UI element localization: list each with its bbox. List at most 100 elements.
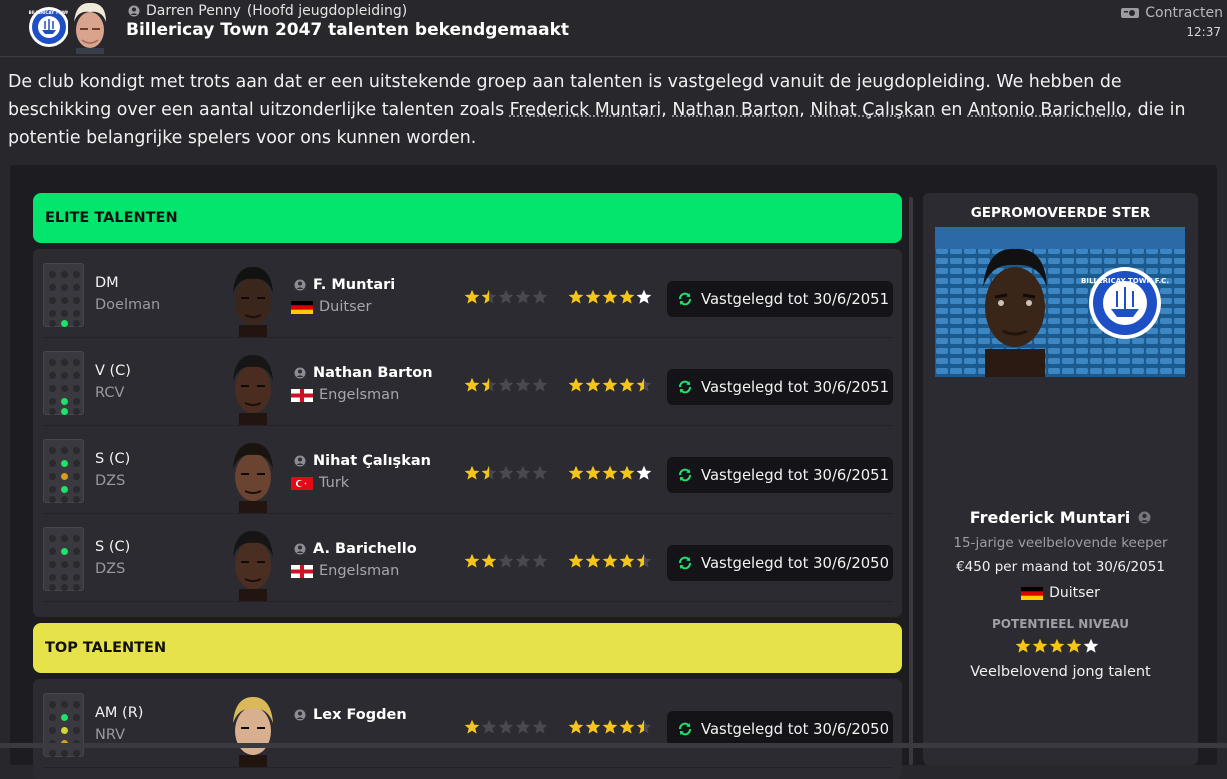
- half-star-icon: [636, 377, 652, 392]
- pitch-dot: [49, 496, 56, 503]
- player-role: Doelman: [95, 297, 161, 313]
- renew-icon: [679, 556, 691, 570]
- player-face[interactable]: [225, 261, 281, 337]
- player-row[interactable]: DM Doelman F. Muntari Duitser Vastgelegd tot…: [43, 251, 893, 338]
- player-name[interactable]: Nihat Çalışkan: [313, 453, 431, 469]
- pitch-dot: [61, 496, 68, 503]
- separator: en: [935, 100, 968, 120]
- full-star-icon: [1083, 638, 1099, 653]
- position-pitch-icon: [43, 263, 84, 327]
- star-name-row[interactable]: Frederick Muntari: [923, 508, 1198, 527]
- pitch-dot: [49, 727, 56, 734]
- person-icon: [294, 455, 306, 467]
- current-ability-stars: [464, 289, 548, 307]
- message-time: 12:37: [1186, 25, 1221, 39]
- potential-ability-stars: [568, 719, 652, 737]
- player-name[interactable]: A. Barichello: [313, 541, 417, 557]
- pitch-dot: [61, 310, 68, 317]
- player-face[interactable]: [225, 437, 281, 513]
- player-name[interactable]: Nathan Barton: [313, 365, 433, 381]
- empty-star-icon: [498, 553, 514, 568]
- full-star-icon: [636, 465, 652, 480]
- germany-flag-icon: [1021, 586, 1044, 600]
- player-face[interactable]: [225, 349, 281, 425]
- pitch-dot-active: [61, 486, 68, 493]
- pitch-dot: [73, 398, 80, 405]
- contracts-button[interactable]: Contracten: [1121, 5, 1223, 21]
- empty-star-icon: [498, 719, 514, 734]
- pitch-dot: [73, 297, 80, 304]
- full-star-icon: [602, 289, 618, 304]
- half-star-icon: [481, 289, 497, 304]
- half-star-icon: [636, 553, 652, 568]
- empty-star-icon: [532, 465, 548, 480]
- star-photo[interactable]: BILLERICAY TOWN F.C.: [935, 227, 1185, 377]
- pitch-dot: [49, 447, 56, 454]
- player-name-row[interactable]: Nihat Çalışkan: [294, 453, 431, 469]
- pitch-dot-active: [61, 460, 68, 467]
- contract-status[interactable]: Vastgelegd tot 30/6/2051: [667, 281, 893, 317]
- contract-status[interactable]: Vastgelegd tot 30/6/2050: [667, 711, 893, 747]
- pitch-dot: [49, 548, 56, 555]
- player-row[interactable]: AM (R) NRV Lex Fogden Vastgelegd tot 30/6/2…: [43, 681, 893, 768]
- pitch-dot-active: [61, 320, 68, 327]
- turkey-flag-icon: [291, 476, 313, 490]
- sender-line[interactable]: Darren Penny (Hoofd jeugdopleiding): [128, 3, 407, 19]
- full-star-icon: [1049, 638, 1065, 653]
- star-card-title: GEPROMOVEERDE STER: [970, 205, 1151, 221]
- full-star-icon: [602, 377, 618, 392]
- player-link[interactable]: Nihat Çalışkan: [810, 100, 935, 120]
- sender-name[interactable]: Darren Penny: [146, 3, 241, 19]
- pitch-dot: [49, 584, 56, 591]
- empty-star-icon: [515, 377, 531, 392]
- full-star-icon: [1032, 638, 1048, 653]
- sender-avatar[interactable]: [68, 0, 112, 54]
- contract-status[interactable]: Vastgelegd tot 30/6/2051: [667, 457, 893, 493]
- full-star-icon: [619, 553, 635, 568]
- player-position: V (C): [95, 363, 131, 379]
- player-face[interactable]: [225, 691, 281, 767]
- contract-text: Vastgelegd tot 30/6/2050: [701, 720, 889, 738]
- player-name-row[interactable]: F. Muntari: [294, 277, 395, 293]
- full-star-icon: [481, 553, 497, 568]
- player-link[interactable]: Nathan Barton: [672, 100, 799, 120]
- england-flag-icon: [291, 388, 313, 402]
- star-name[interactable]: Frederick Muntari: [970, 508, 1131, 527]
- current-ability-stars: [464, 719, 548, 737]
- pitch-dot: [49, 398, 56, 405]
- half-star-icon: [636, 719, 652, 734]
- player-name[interactable]: F. Muntari: [313, 277, 395, 293]
- contract-status[interactable]: Vastgelegd tot 30/6/2050: [667, 545, 893, 581]
- bottom-bar: [0, 743, 1227, 748]
- contract-text: Vastgelegd tot 30/6/2051: [701, 378, 889, 396]
- player-nationality: Turk: [319, 475, 350, 491]
- contracts-label[interactable]: Contracten: [1145, 5, 1223, 21]
- player-role: DZS: [95, 561, 126, 577]
- pitch-dot-active: [61, 714, 68, 721]
- empty-star-icon: [498, 377, 514, 392]
- player-row[interactable]: S (C) DZS Nihat Çalışkan Turk Vastgelegd tot…: [43, 427, 893, 514]
- empty-star-icon: [515, 719, 531, 734]
- pitch-dot: [49, 284, 56, 291]
- message-body: De club kondigt met trots aan dat er een…: [8, 68, 1213, 152]
- contract-status[interactable]: Vastgelegd tot 30/6/2051: [667, 369, 893, 405]
- pitch-dot-active: [61, 548, 68, 555]
- player-name-row[interactable]: Nathan Barton: [294, 365, 433, 381]
- player-name-row[interactable]: A. Barichello: [294, 541, 417, 557]
- player-row[interactable]: V (C) RCV Nathan Barton Engelsman Vastgelegd…: [43, 339, 893, 426]
- player-nationality: Engelsman: [319, 387, 400, 403]
- player-row[interactable]: S (C) DZS A. Barichello Engelsman Vastgelegd…: [43, 515, 893, 602]
- player-link[interactable]: Frederick Muntari: [510, 100, 662, 120]
- player-link[interactable]: Antonio Barichello: [968, 100, 1127, 120]
- full-star-icon: [464, 553, 480, 568]
- pitch-dot: [49, 750, 56, 757]
- scrollbar[interactable]: [909, 197, 913, 765]
- player-name-row[interactable]: Lex Fogden: [294, 707, 407, 723]
- potential-label: POTENTIEEL NIVEAU: [992, 617, 1129, 631]
- player-face[interactable]: [225, 525, 281, 601]
- full-star-icon: [602, 553, 618, 568]
- pitch-dot: [49, 460, 56, 467]
- current-ability-stars: [464, 377, 548, 395]
- empty-star-icon: [481, 719, 497, 734]
- player-name[interactable]: Lex Fogden: [313, 707, 407, 723]
